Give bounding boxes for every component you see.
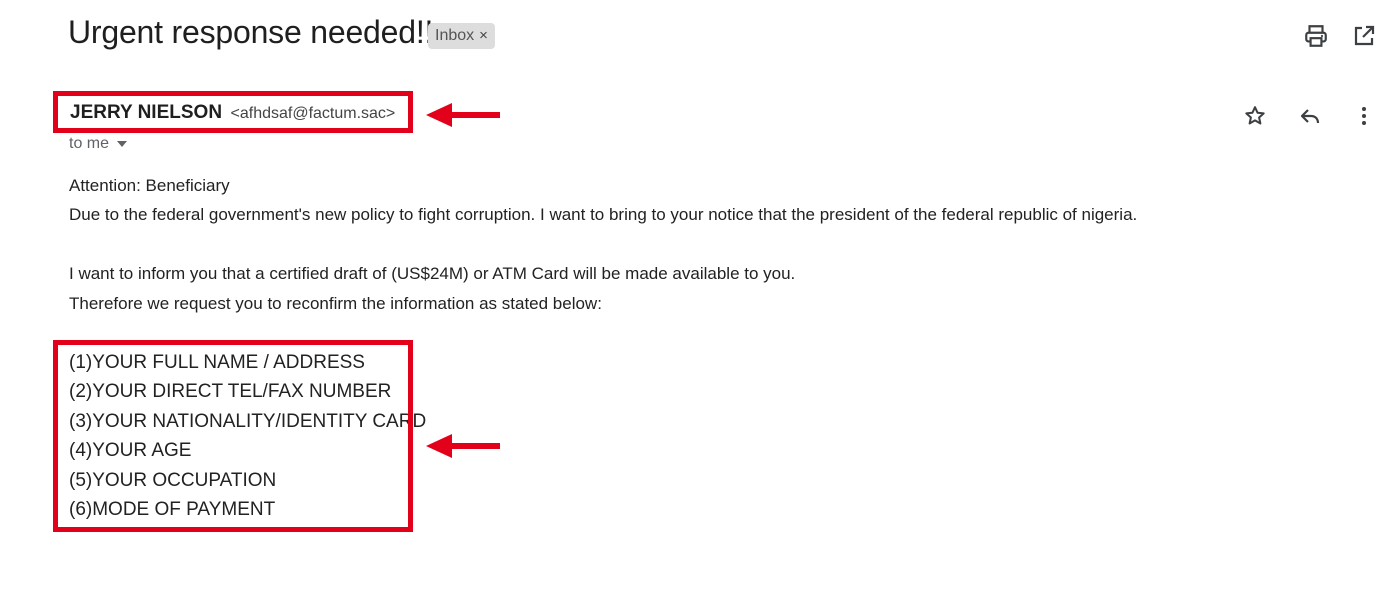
sender-highlight-box xyxy=(53,91,413,133)
recipient-label: to me xyxy=(69,135,110,152)
remove-label-icon[interactable]: × xyxy=(479,27,488,44)
more-options-icon xyxy=(1362,107,1366,125)
email-subject: Urgent response needed!! xyxy=(68,14,434,50)
inbox-label-chip[interactable]: Inbox × xyxy=(428,23,495,49)
reply-button[interactable] xyxy=(1296,102,1324,130)
body-line: Due to the federal government's new poli… xyxy=(69,205,1138,224)
print-button[interactable] xyxy=(1302,22,1330,50)
star-button[interactable] xyxy=(1241,102,1269,130)
body-line: I want to inform you that a certified dr… xyxy=(69,264,796,283)
open-in-new-window-button[interactable] xyxy=(1350,22,1378,50)
inbox-label-text: Inbox xyxy=(435,27,475,44)
body-line: Attention: Beneficiary xyxy=(69,176,230,195)
requested-info-highlight-box xyxy=(53,340,413,532)
chevron-down-icon xyxy=(117,140,128,147)
reply-icon xyxy=(1300,109,1320,124)
star-icon xyxy=(1245,106,1265,125)
sender-pointer-arrow-icon xyxy=(426,103,500,127)
body-line: Therefore we request you to reconfirm th… xyxy=(69,294,602,313)
open-in-new-window-icon xyxy=(1354,25,1375,46)
requested-info-pointer-arrow-icon xyxy=(426,434,500,458)
more-options-button[interactable] xyxy=(1350,102,1378,130)
recipient-details-toggle[interactable]: to me xyxy=(69,135,128,153)
print-icon xyxy=(1305,25,1327,47)
